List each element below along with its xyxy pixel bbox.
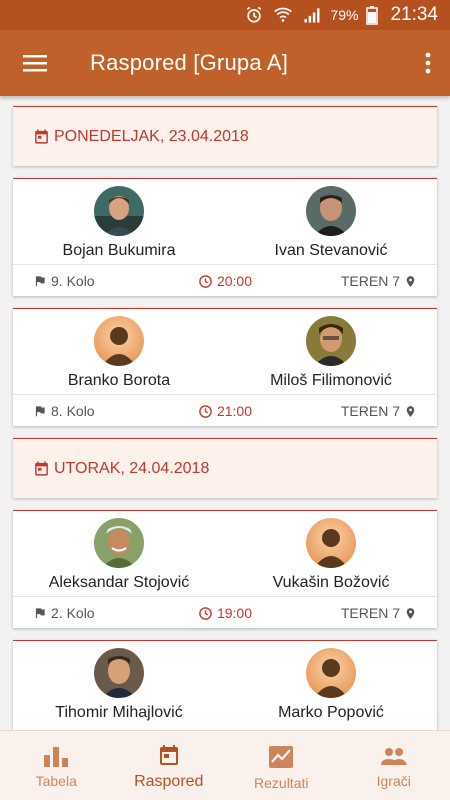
flag-icon	[35, 608, 45, 619]
match-time: 20:00	[161, 273, 289, 289]
match-card[interactable]: Aleksandar Stojović Vukašin Božović 2. K…	[13, 510, 437, 628]
nav-tabela[interactable]: Tabela	[0, 731, 113, 800]
flag-icon	[35, 276, 45, 287]
avatar-placeholder	[306, 518, 356, 568]
clock-icon	[199, 404, 212, 418]
round-info: 9. Kolo	[13, 273, 161, 289]
location-pin-icon	[406, 275, 415, 287]
home-player: Aleksandar Stojović	[13, 511, 225, 597]
people-icon	[380, 748, 407, 765]
overflow-menu-button[interactable]	[406, 30, 450, 96]
bottom-navigation: Tabela Raspored Rezultati Igrači	[0, 730, 450, 800]
away-player: Vukašin Božović	[225, 511, 437, 597]
avatar	[306, 316, 356, 366]
avatar-placeholder	[306, 648, 356, 698]
date-header: UTORAK, 24.04.2018	[13, 438, 437, 498]
player-name: Marko Popović	[278, 704, 384, 721]
calendar-icon	[159, 745, 178, 765]
match-card[interactable]: Tihomir Mihajlović Marko Popović	[13, 640, 437, 730]
player-name: Bojan Bukumira	[62, 242, 176, 259]
battery-percent: 79%	[330, 7, 359, 23]
away-player: Marko Popović	[225, 641, 437, 727]
court-info: TEREN 7	[289, 403, 437, 419]
hamburger-icon	[23, 55, 47, 72]
app-bar: Raspored [Grupa A]	[0, 30, 450, 96]
round-info: 2. Kolo	[13, 605, 161, 621]
court-info: TEREN 7	[289, 605, 437, 621]
home-player: Bojan Bukumira	[13, 179, 225, 265]
match-time: 21:00	[161, 403, 289, 419]
match-time: 19:00	[161, 605, 289, 621]
status-bar: 79% 21:34	[0, 0, 450, 30]
player-name: Ivan Stevanović	[274, 242, 388, 259]
player-name: Tihomir Mihajlović	[55, 704, 183, 721]
flag-icon	[35, 406, 45, 417]
avatar	[306, 186, 356, 236]
page-title: Raspored [Grupa A]	[90, 50, 289, 75]
alarm-icon	[247, 6, 262, 23]
avatar-placeholder	[94, 316, 144, 366]
home-player: Tihomir Mihajlović	[13, 641, 225, 727]
clock-icon	[199, 606, 212, 620]
player-name: Miloš Filimonović	[270, 372, 392, 389]
date-label: PONEDELJAK, 23.04.2018	[54, 127, 249, 145]
wifi-icon	[274, 7, 293, 22]
location-pin-icon	[406, 405, 415, 417]
home-player: Branko Borota	[13, 309, 225, 395]
calendar-icon	[35, 129, 48, 144]
calendar-icon	[35, 461, 48, 476]
avatar	[94, 518, 144, 568]
signal-icon	[304, 8, 320, 23]
location-pin-icon	[406, 607, 415, 619]
player-name: Branko Borota	[67, 372, 171, 389]
round-info: 8. Kolo	[13, 403, 161, 419]
bar-chart-icon	[44, 747, 69, 767]
menu-button[interactable]	[0, 30, 80, 96]
player-name: Aleksandar Stojović	[48, 574, 190, 591]
match-card[interactable]: Bojan Bukumira Ivan Stevanović 9. Kolo 2…	[13, 178, 437, 296]
date-header: PONEDELJAK, 23.04.2018	[13, 106, 437, 166]
schedule-list[interactable]: PONEDELJAK, 23.04.2018 Bojan Bukumira Iv…	[0, 96, 450, 730]
nav-igraci[interactable]: Igrači	[338, 731, 450, 800]
more-vert-icon	[425, 52, 431, 74]
match-card[interactable]: Branko Borota Miloš Filimonović 8. Kolo …	[13, 308, 437, 426]
clock-icon	[199, 274, 212, 288]
clock: 21:34	[390, 4, 438, 25]
court-info: TEREN 7	[289, 273, 437, 289]
battery-icon	[366, 6, 379, 25]
away-player: Ivan Stevanović	[225, 179, 437, 265]
avatar	[94, 648, 144, 698]
away-player: Miloš Filimonović	[225, 309, 437, 395]
trend-chart-icon	[269, 746, 294, 768]
date-label: UTORAK, 24.04.2018	[54, 459, 210, 477]
player-name: Vukašin Božović	[272, 574, 390, 591]
avatar	[94, 186, 144, 236]
nav-raspored[interactable]: Raspored	[113, 731, 226, 800]
nav-rezultati[interactable]: Rezultati	[225, 731, 338, 800]
